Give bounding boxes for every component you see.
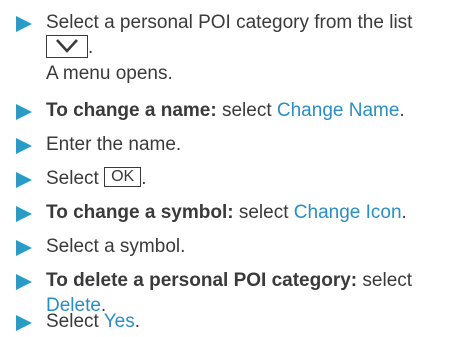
step-arrow-icon <box>16 274 32 290</box>
step-arrow-icon <box>16 206 32 222</box>
step-pre: Select <box>46 168 105 189</box>
menu-item-change-icon: Change Icon <box>293 202 402 223</box>
step-text-line1: Select a personal POI category from the … <box>46 12 413 33</box>
step-pre: select <box>216 100 277 121</box>
step-text: Enter the name. <box>46 134 181 156</box>
step-arrow-icon <box>16 138 32 154</box>
step-heading: To change a symbol: <box>46 202 234 223</box>
menu-item-yes: Yes <box>103 311 135 332</box>
step-pre: select <box>233 202 294 223</box>
step-suffix: . <box>88 37 94 58</box>
step-post: . <box>399 100 405 121</box>
step-arrow-icon <box>16 172 32 188</box>
step-text-line2: . <box>46 35 94 59</box>
step-text: To change a symbol: select Change Icon. <box>46 202 407 224</box>
step-post: . <box>134 311 141 332</box>
step-result-label: A menu opens. <box>46 63 173 84</box>
step-text: Select a personal POI category from the … <box>46 12 412 34</box>
step-arrow-icon <box>16 16 32 32</box>
step-heading: To delete a personal POI category: <box>46 270 358 291</box>
step-label: Select a symbol. <box>46 236 186 257</box>
step-text: Select a symbol. <box>46 236 185 258</box>
step-text: Select OK. <box>46 167 147 190</box>
chevron-down-icon <box>56 39 78 54</box>
step-pre: Select <box>46 311 104 332</box>
step-arrow-icon <box>16 104 32 120</box>
menu-item-change-name: Change Name <box>276 100 400 121</box>
step-post: . <box>141 168 147 189</box>
step-post: . <box>401 202 407 223</box>
step-result-text: A menu opens. <box>46 63 173 85</box>
step-arrow-icon <box>16 315 32 331</box>
ok-button: OK <box>104 167 142 188</box>
step-heading: To change a name: <box>46 100 217 121</box>
step-text: To change a name: select Change Name. <box>46 100 405 122</box>
step-text: To delete a personal POI category: selec… <box>46 270 412 292</box>
step-label: Enter the name. <box>46 134 182 155</box>
chevron-down-button <box>46 35 88 59</box>
step-pre: select <box>357 270 413 291</box>
step-arrow-icon <box>16 240 32 256</box>
step-text: Select Yes. <box>46 311 140 333</box>
